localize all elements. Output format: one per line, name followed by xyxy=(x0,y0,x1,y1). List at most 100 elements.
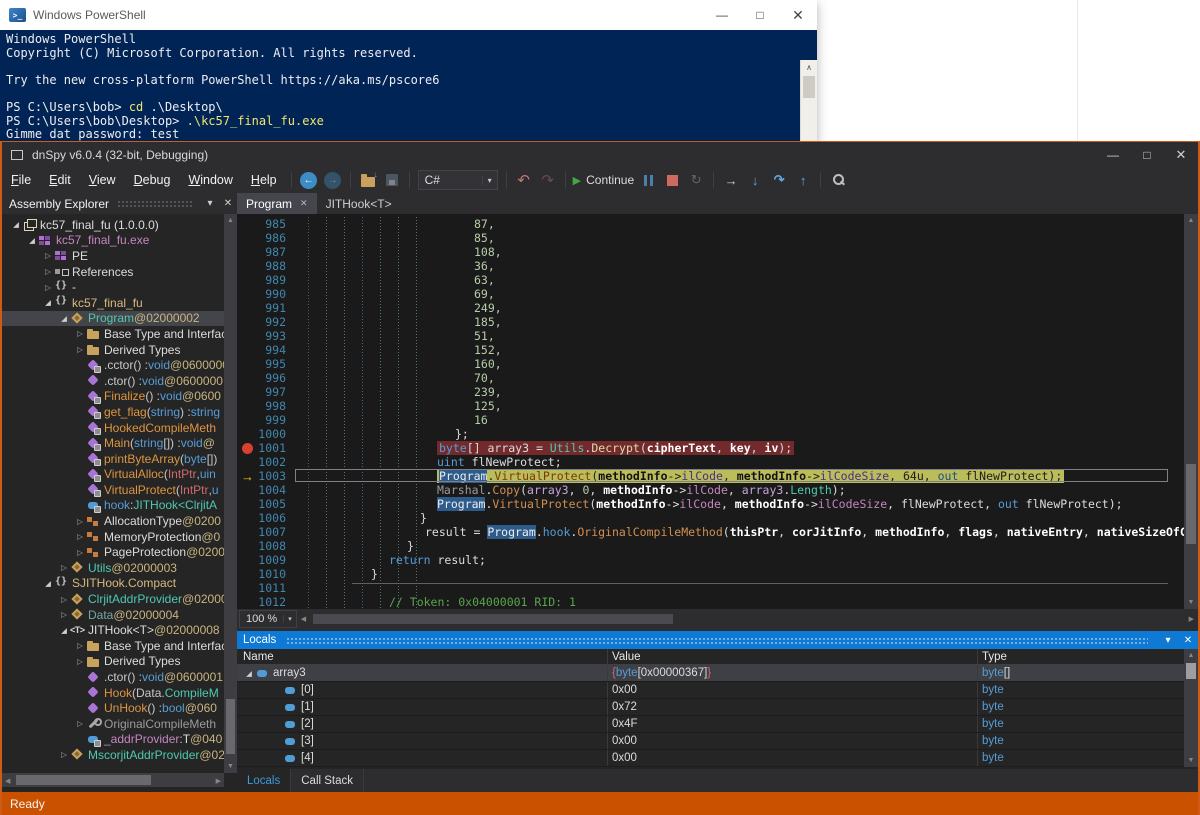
breakpoint-margin[interactable] xyxy=(237,427,258,441)
breakpoint-margin[interactable] xyxy=(237,567,258,581)
tree-expander-icon[interactable]: ▷ xyxy=(58,563,70,572)
assembly-explorer-header[interactable]: Assembly Explorer ▾ ✕ xyxy=(2,193,237,214)
scroll-down-icon[interactable]: ▼ xyxy=(1184,757,1198,764)
tree-item[interactable]: ▷Derived Types xyxy=(2,654,224,670)
locals-row[interactable]: [2]0x4Fbyte xyxy=(237,716,1184,733)
tree-item[interactable]: ◢Program @02000002 xyxy=(2,311,224,327)
locals-vertical-scrollbar[interactable]: ▲ ▼ xyxy=(1184,649,1198,767)
breakpoint-margin[interactable] xyxy=(237,315,258,329)
breakpoint-margin[interactable] xyxy=(237,441,258,455)
tree-item[interactable]: ▷OriginalCompileMeth xyxy=(2,716,224,732)
show-next-statement-button[interactable]: → xyxy=(719,169,743,191)
minimize-icon[interactable]: — xyxy=(1096,142,1130,167)
tree-expander-icon[interactable]: ◢ xyxy=(42,579,54,588)
close-icon[interactable]: ✕ xyxy=(1178,635,1198,646)
tree-item[interactable]: ▷AllocationType @0200 xyxy=(2,513,224,529)
scroll-up-icon[interactable]: ▲ xyxy=(224,217,237,224)
code-editor[interactable]: 98587,98685,987108,98836,98963,99069,991… xyxy=(237,214,1198,609)
stop-debugging-button[interactable] xyxy=(660,169,684,191)
tree-expander-icon[interactable]: ▷ xyxy=(74,719,86,728)
dnspy-titlebar[interactable]: dnSpy v6.0.4 (32-bit, Debugging) — □ ✕ xyxy=(2,142,1198,167)
tree-item[interactable]: ▷Base Type and Interfac xyxy=(2,326,224,342)
breakpoint-margin[interactable] xyxy=(237,245,258,259)
tree-expander-icon[interactable]: ◢ xyxy=(42,298,54,307)
restart-button[interactable]: ↻ xyxy=(684,169,708,191)
ps-scroll-thumb[interactable] xyxy=(803,76,815,98)
tree-item[interactable]: ▷References xyxy=(2,264,224,280)
breakpoint-margin[interactable] xyxy=(237,231,258,245)
tree-item[interactable]: ▷MemoryProtection @0 xyxy=(2,529,224,545)
undo-button[interactable]: ↶ xyxy=(512,169,536,191)
step-over-button[interactable]: ↷ xyxy=(767,169,791,191)
breakpoint-margin[interactable] xyxy=(237,287,258,301)
locals-row[interactable]: [4]0x00byte xyxy=(237,750,1184,767)
close-icon[interactable]: ✕ xyxy=(1164,142,1198,167)
tab-jithook-t-[interactable]: JITHook<T> xyxy=(317,193,401,214)
tree-item[interactable]: ▷Derived Types xyxy=(2,342,224,358)
breakpoint-margin[interactable] xyxy=(237,385,258,399)
tree-expander-icon[interactable]: ▷ xyxy=(74,548,86,557)
continue-button[interactable]: ▶ Continue xyxy=(571,169,637,191)
breakpoint-margin[interactable] xyxy=(237,413,258,427)
breakpoint-margin[interactable] xyxy=(237,581,258,595)
zoom-level-combo[interactable]: 100 % ▾ xyxy=(239,610,297,628)
tree-expander-icon[interactable]: ▷ xyxy=(58,750,70,759)
menu-window[interactable]: Window xyxy=(179,173,241,187)
scroll-down-icon[interactable]: ▼ xyxy=(1184,599,1198,606)
tab-locals[interactable]: Locals xyxy=(237,769,291,792)
locals-row[interactable]: [3]0x00byte xyxy=(237,733,1184,750)
editor-horizontal-scrollbar[interactable]: ◀ ▶ xyxy=(299,612,1196,626)
breakpoint-margin[interactable] xyxy=(237,399,258,413)
breakpoint-margin[interactable] xyxy=(237,483,258,497)
breakpoint-margin[interactable] xyxy=(237,595,258,609)
menu-help[interactable]: Help xyxy=(242,173,286,187)
tree-vertical-scrollbar[interactable]: ▲ ▼ xyxy=(224,214,237,773)
save-all-button[interactable] xyxy=(380,169,404,191)
tree-item[interactable]: ▷PE xyxy=(2,248,224,264)
close-icon[interactable]: ✕ xyxy=(779,0,817,30)
tree-expander-icon[interactable]: ▷ xyxy=(74,532,86,541)
breakpoint-margin[interactable] xyxy=(237,539,258,553)
redo-button[interactable]: ↷ xyxy=(536,169,560,191)
locals-scroll-thumb[interactable] xyxy=(1186,663,1196,679)
row-expander-icon[interactable]: ◢ xyxy=(243,669,255,678)
tree-expander-icon[interactable]: ▷ xyxy=(74,657,86,666)
tree-item[interactable]: Finalize() : void @0600 xyxy=(2,389,224,405)
breakpoint-margin[interactable] xyxy=(237,357,258,371)
tree-item[interactable]: ▷Base Type and Interfac xyxy=(2,638,224,654)
scroll-right-icon[interactable]: ▶ xyxy=(1189,615,1194,623)
chevron-down-icon[interactable]: ▾ xyxy=(1158,635,1178,646)
tree-item[interactable]: ▷PageProtection @0200 xyxy=(2,544,224,560)
breakpoint-margin[interactable] xyxy=(237,553,258,567)
tree-expander-icon[interactable]: ◢ xyxy=(58,314,70,323)
scroll-left-icon[interactable]: ◀ xyxy=(5,777,10,785)
breakpoint-margin[interactable] xyxy=(237,217,258,231)
tree-item[interactable]: VirtualAlloc(IntPtr, uin xyxy=(2,467,224,483)
tree-item[interactable]: ◢kc57_final_fu xyxy=(2,295,224,311)
tree-horizontal-scrollbar[interactable]: ◀ ▶ xyxy=(2,773,224,787)
locals-row[interactable]: [0]0x00byte xyxy=(237,682,1184,699)
tree-item[interactable]: .ctor() : void @0600000 xyxy=(2,373,224,389)
break-all-button[interactable] xyxy=(636,169,660,191)
breakpoint-margin[interactable]: → xyxy=(237,469,258,483)
search-button[interactable] xyxy=(826,169,850,191)
scroll-up-icon[interactable]: ▲ xyxy=(1184,217,1198,224)
tree-item[interactable]: HookedCompileMeth xyxy=(2,420,224,436)
breakpoint-margin[interactable] xyxy=(237,525,258,539)
breakpoint-margin[interactable] xyxy=(237,301,258,315)
editor-vertical-scrollbar[interactable]: ▲ ▼ xyxy=(1184,214,1198,609)
tree-item[interactable]: _addrProvider : T @040 xyxy=(2,732,224,748)
open-file-button[interactable] xyxy=(356,169,380,191)
tree-expander-icon[interactable]: ◢ xyxy=(58,626,70,635)
breakpoint-icon[interactable] xyxy=(242,443,253,454)
locals-row[interactable]: ◢array3{byte[0x00000367]}byte[] xyxy=(237,665,1184,682)
tree-item[interactable]: ◢kc57_final_fu.exe xyxy=(2,233,224,249)
editor-scroll-thumb[interactable] xyxy=(1186,464,1196,544)
breakpoint-margin[interactable] xyxy=(237,259,258,273)
ps-scrollbar[interactable]: ∧ xyxy=(800,60,817,145)
tree-item[interactable]: ◢SJITHook.Compact xyxy=(2,576,224,592)
tab-program[interactable]: Program✕ xyxy=(237,193,317,214)
breakpoint-margin[interactable] xyxy=(237,343,258,357)
tree-item[interactable]: hook : JITHook<ClrjitA xyxy=(2,498,224,514)
tree-item[interactable]: VirtualProtect(IntPtr, u xyxy=(2,482,224,498)
